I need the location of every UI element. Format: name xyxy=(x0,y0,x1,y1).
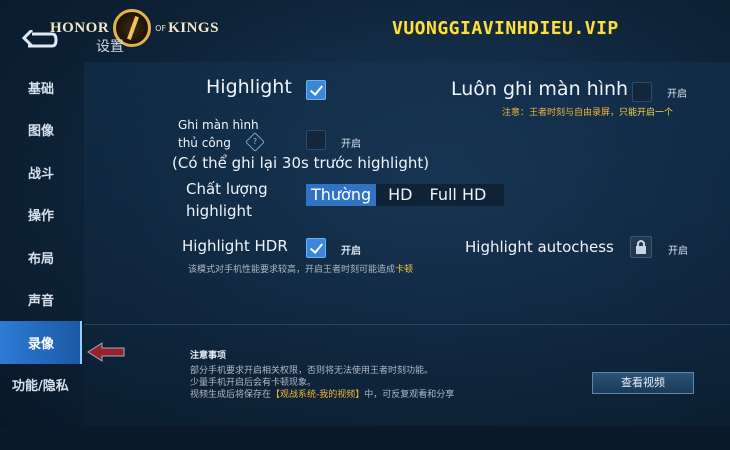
watermark: VUONGGIAVINHDIEU.VIP xyxy=(392,18,619,39)
notice-line-3-suffix: 中，可反复观看和分享 xyxy=(364,390,455,400)
highlight-hdr-note-highlight: 卡顿 xyxy=(395,265,414,275)
notice-line-3: 视频生成后将保存在【观战系统-我的视频】中，可反复观看和分享 xyxy=(190,387,454,400)
manual-record-checkbox[interactable] xyxy=(306,130,326,150)
quality-label-line1: Chất lượng xyxy=(186,180,268,198)
logo-text-left: HONOR xyxy=(50,19,110,36)
always-record-checkbox[interactable] xyxy=(632,82,652,102)
sidebar-item-sound[interactable]: 声音 xyxy=(0,279,82,322)
sidebar-item-combat[interactable]: 战斗 xyxy=(0,151,82,194)
quality-option-full-hd[interactable]: Full HD xyxy=(425,184,492,206)
notice-line-3-prefix: 视频生成后将保存在 xyxy=(190,390,272,400)
quality-option-hd[interactable]: HD xyxy=(376,184,424,206)
highlight-autochess-label: Highlight autochess xyxy=(465,238,614,256)
highlight-hdr-checkbox[interactable] xyxy=(306,238,326,258)
always-record-note: 注意：王者时刻与自由录屏，只能开启一个 xyxy=(502,105,673,118)
manual-record-on-label: 开启 xyxy=(341,139,361,150)
highlight-hdr-note-prefix: 该模式对手机性能要求较高，开启王者时刻可能造成 xyxy=(188,265,396,275)
bottom-strip xyxy=(0,426,730,450)
sidebar-item-graphics[interactable]: 图像 xyxy=(0,109,82,152)
always-record-note-highlight: 只能开启一个 xyxy=(619,108,674,118)
sidebar-item-privacy[interactable]: 功能/隐私 xyxy=(0,364,82,407)
always-record-label: Luôn ghi màn hình xyxy=(451,78,629,100)
help-icon[interactable]: ? xyxy=(245,132,265,152)
quality-label-line2: highlight xyxy=(186,202,252,220)
top-bar: HONOR OF KINGS 设置 VUONGGIAVINHDIEU.VIP xyxy=(0,0,730,60)
highlight-checkbox[interactable] xyxy=(306,80,326,100)
always-record-on-label: 开启 xyxy=(667,89,687,100)
notice-line-3-highlight: 【观战系统-我的视频】 xyxy=(271,390,365,400)
quality-selector: Thường HD Full HD xyxy=(306,184,504,206)
sidebar-item-controls[interactable]: 操作 xyxy=(0,194,82,237)
sidebar-item-recording[interactable]: 录像 xyxy=(0,321,82,364)
always-record-note-prefix: 注意：王者时刻与自由录屏， xyxy=(502,108,620,118)
sidebar-item-layout[interactable]: 布局 xyxy=(0,236,82,279)
highlight-label: Highlight xyxy=(206,76,292,98)
page-title: 设置 xyxy=(96,39,124,55)
view-video-button[interactable]: 查看视频 xyxy=(592,372,694,394)
manual-record-label-line2: thủ công xyxy=(178,136,231,150)
notice-title: 注意事项 xyxy=(190,351,227,361)
recording-settings-panel: Highlight Luôn ghi màn hình 开启 注意：王者时刻与自… xyxy=(84,62,730,426)
highlight-hdr-label: Highlight HDR xyxy=(182,237,288,255)
highlight-hdr-note: 该模式对手机性能要求较高，开启王者时刻可能造成卡顿 xyxy=(188,262,413,275)
logo-text-of: OF xyxy=(155,23,167,33)
manual-record-description: (Có thể ghi lại 30s trước highlight) xyxy=(172,154,430,172)
honor-of-kings-logo: HONOR OF KINGS xyxy=(50,6,220,50)
logo-text-right: KINGS xyxy=(168,19,219,36)
manual-record-label-line1: Ghi màn hình xyxy=(178,118,259,132)
highlight-hdr-on-label: 开启 xyxy=(341,246,361,257)
sidebar: 基础 图像 战斗 操作 布局 声音 录像 功能/隐私 xyxy=(0,66,82,450)
divider xyxy=(84,324,730,325)
sidebar-item-basic[interactable]: 基础 xyxy=(0,66,82,109)
quality-option-normal[interactable]: Thường xyxy=(306,184,377,206)
highlight-autochess-on-label: 开启 xyxy=(668,246,688,257)
lock-icon xyxy=(630,236,652,258)
